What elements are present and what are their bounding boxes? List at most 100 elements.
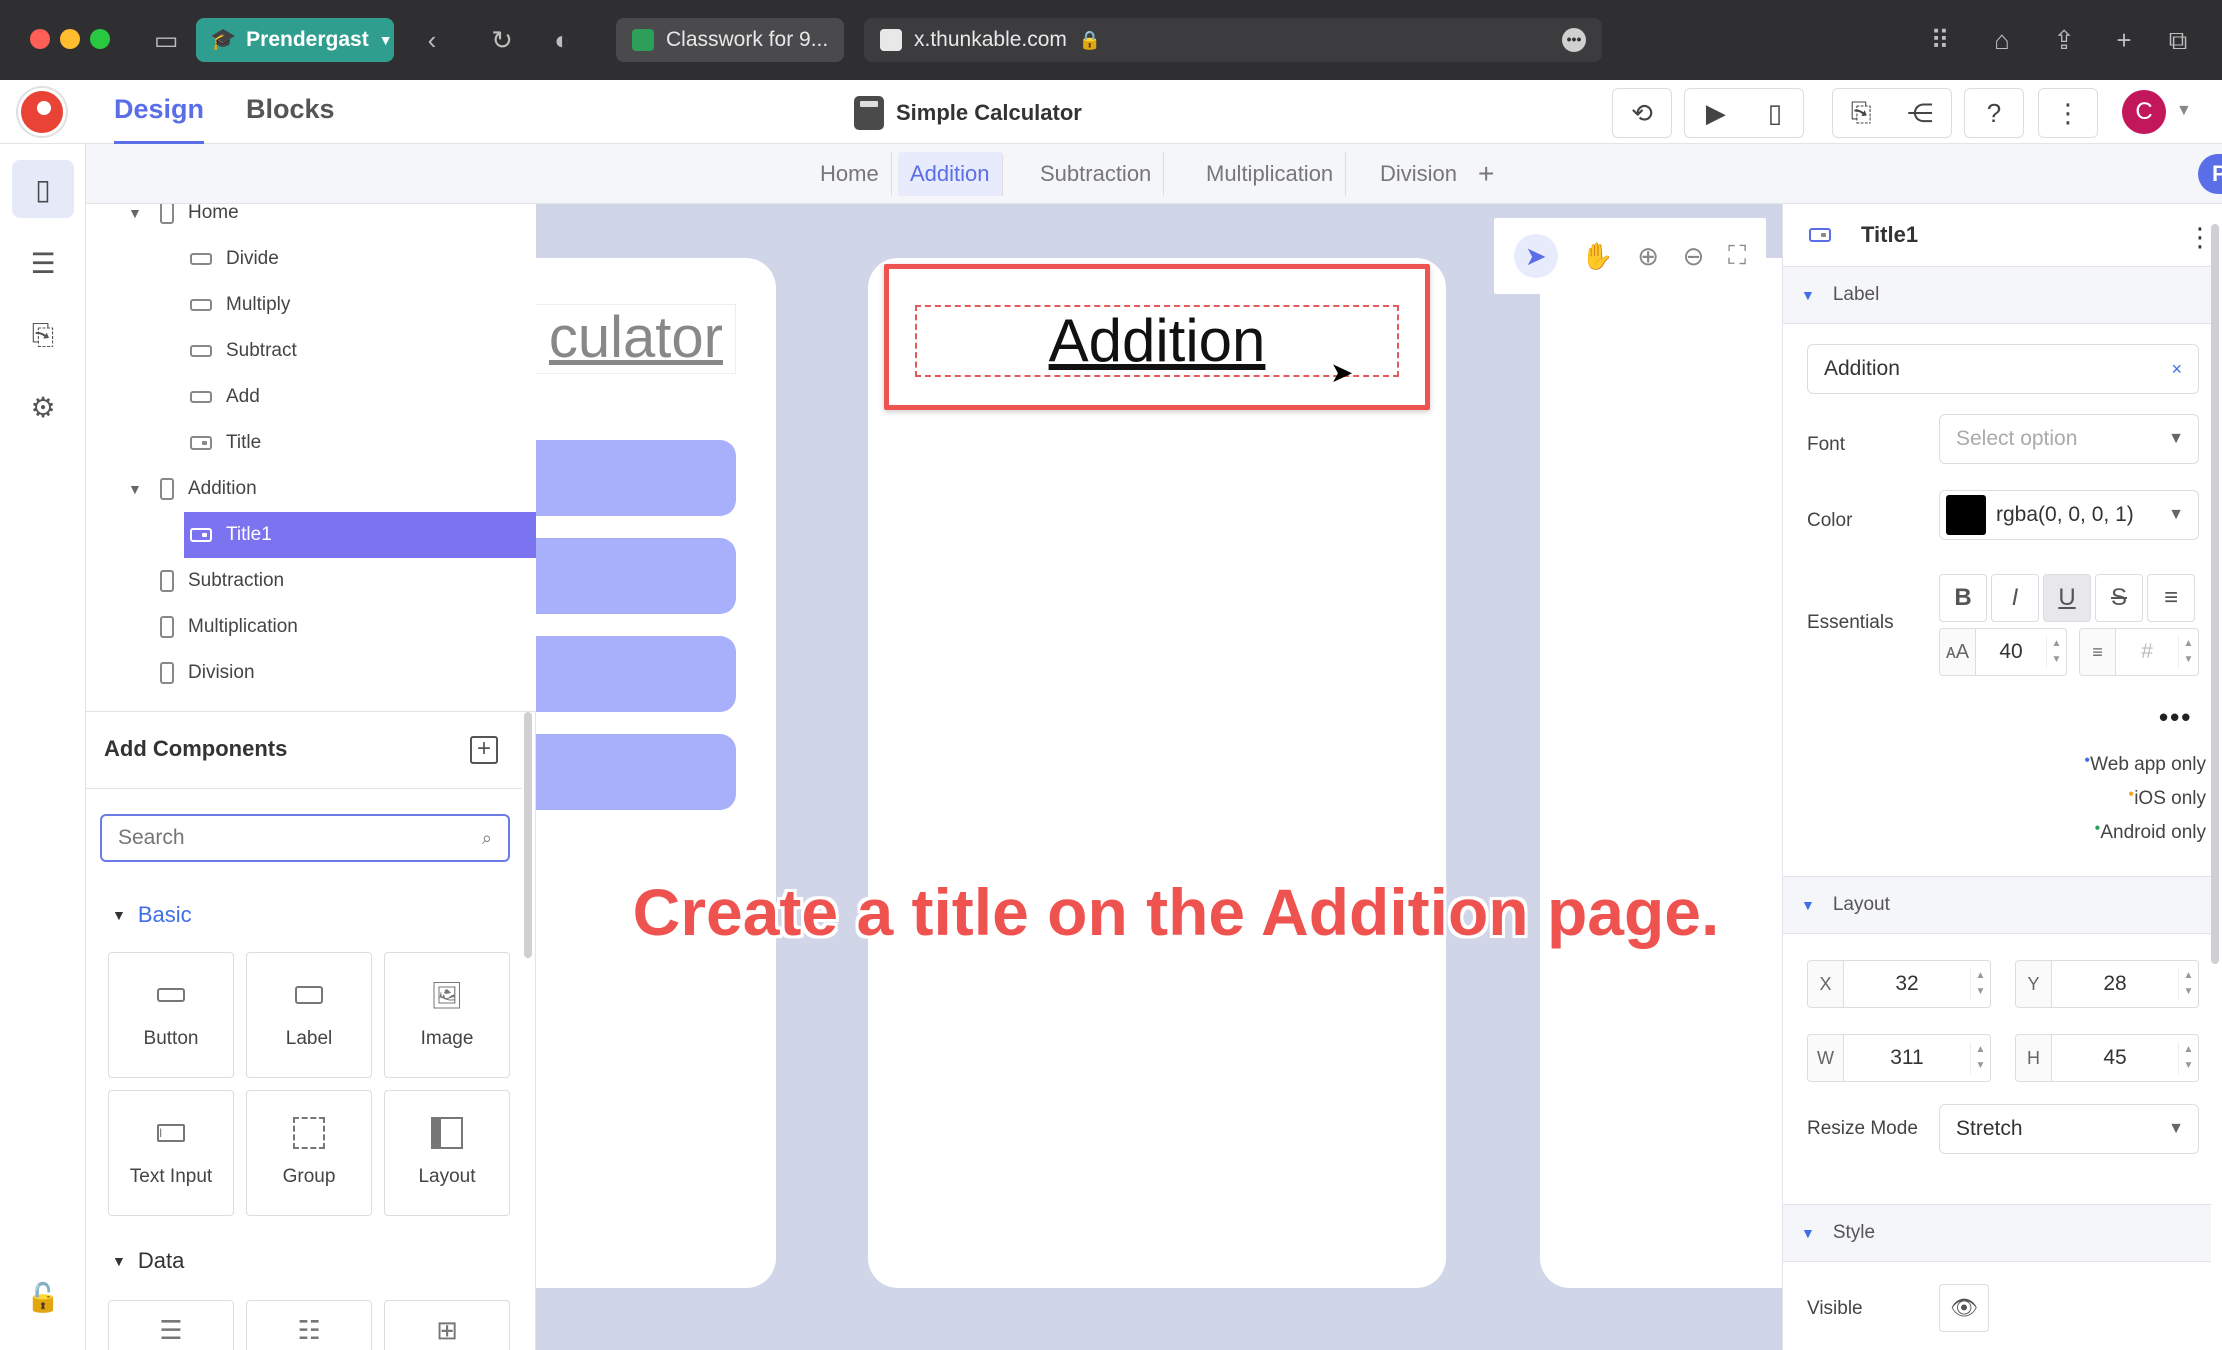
tab-design[interactable]: Design	[114, 94, 205, 144]
rail-data-button[interactable]: ☰	[12, 234, 74, 292]
tab-blocks[interactable]: Blocks	[246, 94, 335, 144]
user-avatar[interactable]: C	[2122, 90, 2166, 134]
home-screen-preview[interactable]: culator n ion tion n	[536, 258, 776, 1288]
title1-label[interactable]: Addition	[915, 305, 1399, 377]
component-image[interactable]: 🖼 Image	[384, 952, 510, 1078]
section-style-header[interactable]: ▼ Style	[1783, 1204, 2211, 1262]
subtraction-screen-preview[interactable]	[1540, 258, 1782, 1288]
home-icon[interactable]: ⌂	[1982, 20, 2022, 60]
new-tab-icon[interactable]: +	[2104, 20, 2144, 60]
color-select[interactable]: rgba(0, 0, 0, 1) ▼	[1939, 490, 2199, 540]
screen-tab-addition[interactable]: Addition	[898, 152, 1003, 196]
close-window-button[interactable]	[30, 29, 50, 49]
tree-item-subtraction[interactable]: Subtraction	[86, 558, 536, 604]
tree-item-home[interactable]: ▼ Home	[86, 204, 536, 236]
label-text-field[interactable]: Addition ×	[1807, 344, 2199, 394]
tree-item-subtract[interactable]: Subtract	[86, 328, 536, 374]
panel-scrollbar[interactable]	[524, 712, 532, 958]
tab-classwork[interactable]: Classwork for 9...	[616, 18, 844, 62]
width-stepper[interactable]: ▲ ▼	[1970, 1042, 1990, 1074]
caret-down-icon[interactable]: ▼	[128, 205, 144, 221]
tree-item-title1[interactable]: Title1	[184, 512, 536, 558]
component-text-input[interactable]: I Text Input	[108, 1090, 234, 1216]
chevron-down-icon[interactable]: ▼	[2176, 102, 2192, 120]
screen-tab-home[interactable]: Home	[808, 152, 892, 196]
add-component-plus-icon[interactable]: +	[470, 736, 498, 764]
y-stepper[interactable]: ▲ ▼	[2178, 968, 2198, 1000]
y-field[interactable]: Y 28 ▲ ▼	[2015, 960, 2199, 1008]
download-app-icon[interactable]: ⎘	[1851, 97, 1872, 129]
screen-tab-subtraction[interactable]: Subtraction	[1028, 152, 1165, 196]
search-icon[interactable]: ⌕	[482, 828, 492, 849]
section-layout-header[interactable]: ▼ Layout	[1783, 876, 2211, 934]
tree-item-multiply[interactable]: Multiply	[86, 282, 536, 328]
tree-item-divide[interactable]: Divide	[86, 236, 536, 282]
screen-tab-division[interactable]: Division	[1368, 152, 1469, 196]
rail-screens-button[interactable]: ▯	[12, 160, 74, 218]
rail-settings-button[interactable]: ⚙	[12, 378, 74, 436]
more-options-icon[interactable]: •••	[1562, 28, 1586, 52]
clear-icon[interactable]: ×	[2171, 359, 2182, 380]
tree-item-multiplication[interactable]: Multiplication	[86, 604, 536, 650]
version-history-button[interactable]: ⟲	[1612, 88, 1672, 138]
font-size-stepper[interactable]: ▲ ▼	[2046, 636, 2066, 668]
design-canvas[interactable]: culator n ion tion n Addition ➤ Create a…	[536, 204, 1782, 1350]
visible-toggle[interactable]: 👁	[1939, 1284, 1989, 1332]
height-field[interactable]: H 45 ▲ ▼	[2015, 1034, 2199, 1082]
thunkable-logo[interactable]	[18, 88, 66, 136]
home-multiply-button[interactable]: tion	[536, 636, 736, 712]
section-basic[interactable]: ▼ Basic	[112, 902, 192, 928]
addition-screen-preview[interactable]: Addition	[868, 258, 1446, 1288]
home-divide-button[interactable]: n	[536, 734, 736, 810]
night-mode-icon[interactable]: ◐	[544, 20, 580, 60]
tree-item-division[interactable]: Division	[86, 650, 536, 696]
component-data-viewer-grid[interactable]: ⊞	[384, 1300, 510, 1350]
underline-button[interactable]: U	[2043, 574, 2091, 622]
height-stepper[interactable]: ▲ ▼	[2178, 1042, 2198, 1074]
font-size-field[interactable]: ᴀA 40 ▲ ▼	[1939, 628, 2067, 676]
device-preview-icon[interactable]: ▯	[1768, 98, 1782, 129]
sidebar-toggle-icon[interactable]: ▭	[148, 20, 184, 60]
grid-apps-icon[interactable]: ⠿	[1920, 20, 1960, 60]
component-group[interactable]: Group	[246, 1090, 372, 1216]
component-layout[interactable]: Layout	[384, 1090, 510, 1216]
reload-icon[interactable]: ↻	[484, 20, 520, 60]
zoom-in-icon[interactable]: ⊕	[1637, 241, 1659, 272]
rail-lock-button[interactable]: 🔓	[12, 1268, 74, 1326]
tab-overview-icon[interactable]: ⧉	[2158, 20, 2198, 60]
pan-hand-icon[interactable]: ✋	[1581, 241, 1613, 272]
add-screen-button[interactable]: +	[1466, 152, 1506, 196]
italic-button[interactable]: I	[1991, 574, 2039, 622]
component-data-viewer-list[interactable]: ☷	[246, 1300, 372, 1350]
home-subtract-button[interactable]: ion	[536, 538, 736, 614]
component-label[interactable]: Label	[246, 952, 372, 1078]
home-title-label[interactable]: culator	[536, 304, 736, 374]
web-preview-icon[interactable]: ▶	[1706, 98, 1726, 129]
section-data[interactable]: ▼ Data	[112, 1248, 184, 1274]
tree-item-add[interactable]: Add	[86, 374, 536, 420]
x-stepper[interactable]: ▲ ▼	[1970, 968, 1990, 1000]
rail-assets-button[interactable]: ⎘	[12, 306, 74, 364]
component-list-viewer[interactable]: ☰	[108, 1300, 234, 1350]
share-project-icon[interactable]: ⋲	[1907, 98, 1933, 129]
fit-screen-icon[interactable]: ⛶	[1728, 240, 1746, 272]
profile-button[interactable]: 🎓 Prendergast ▼	[196, 18, 394, 62]
tree-item-title[interactable]: Title	[86, 420, 536, 466]
bold-button[interactable]: B	[1939, 574, 1987, 622]
help-button[interactable]: ?	[1964, 88, 2024, 138]
more-options-icon[interactable]: •••	[2159, 702, 2192, 733]
text-align-button[interactable]: ≡	[2147, 574, 2195, 622]
font-select[interactable]: Select option ▼	[1939, 414, 2199, 464]
resize-mode-select[interactable]: Stretch ▼	[1939, 1104, 2199, 1154]
kebab-menu-icon[interactable]: ⋮	[2187, 222, 2213, 253]
caret-down-icon[interactable]: ▼	[128, 481, 144, 497]
share-icon[interactable]: ⇪	[2044, 20, 2084, 60]
search-input[interactable]	[118, 826, 458, 850]
back-icon[interactable]: ‹	[414, 20, 450, 60]
color-swatch[interactable]	[1946, 495, 1986, 535]
minimize-window-button[interactable]	[60, 29, 80, 49]
tree-item-addition[interactable]: ▼ Addition	[86, 466, 536, 512]
home-add-button[interactable]: n	[536, 440, 736, 516]
more-menu-button[interactable]: ⋮	[2038, 88, 2098, 138]
strikethrough-button[interactable]: S	[2095, 574, 2143, 622]
